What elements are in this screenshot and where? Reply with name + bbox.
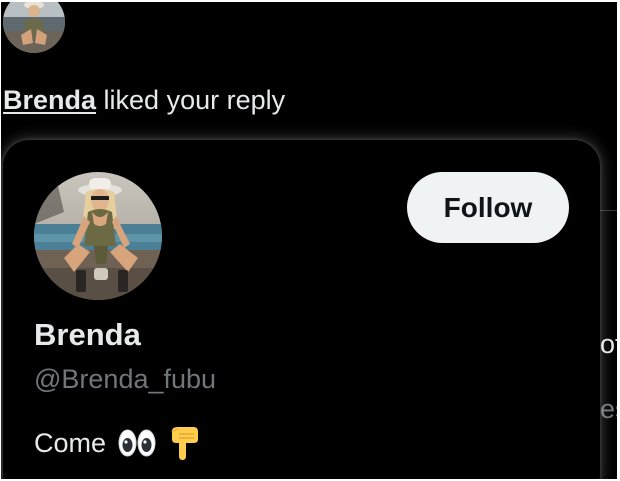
user-avatar-photo-icon (3, 0, 65, 53)
timeline-divider (600, 210, 617, 211)
notification-user-link[interactable]: Brenda (3, 85, 96, 115)
notification-action-text: liked your reply (96, 85, 286, 115)
profile-hover-card: Follow Brenda @Brenda_fubu Come (3, 140, 600, 481)
follow-button[interactable]: Follow (407, 172, 569, 243)
notifications-screen: ot es Brenda liked your reply (0, 0, 620, 481)
profile-display-name[interactable]: Brenda (34, 317, 141, 353)
notification-text: Brenda liked your reply (3, 84, 285, 116)
profile-bio: Come (34, 425, 202, 461)
profile-bio-text: Come (34, 428, 107, 458)
profile-avatar[interactable] (34, 172, 162, 300)
pointing-down-emoji-icon (168, 425, 202, 461)
eyes-emoji-icon (118, 428, 156, 458)
profile-handle[interactable]: @Brenda_fubu (34, 362, 216, 396)
window-frame-top (0, 0, 620, 2)
notification-avatar[interactable] (3, 0, 65, 53)
profile-avatar-photo-icon (34, 172, 162, 300)
window-frame-left (0, 0, 1, 481)
